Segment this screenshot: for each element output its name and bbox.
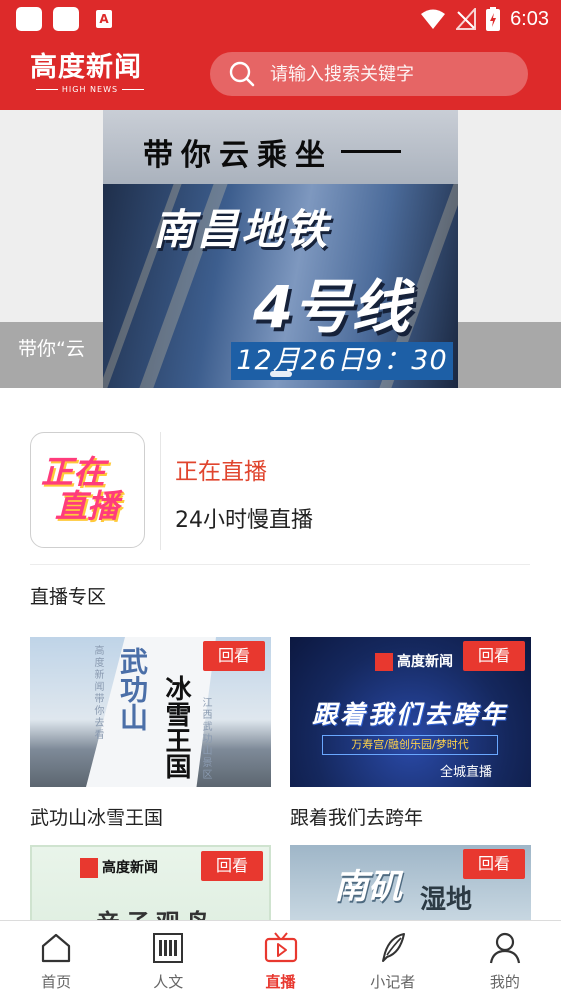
status-right: 6:03 [420,6,549,32]
battery-icon [486,7,501,31]
divider [30,564,530,565]
nav-label: 我的 [489,973,520,991]
search-input[interactable] [270,63,500,85]
replay-badge: 回看 [203,641,265,671]
nav-label: 直播 [265,973,296,991]
nav-reporter[interactable]: 小记者 [337,921,449,999]
logo-text: 高度新闻 [30,52,142,83]
no-signal-icon [456,8,477,30]
live-title: 正在直播 [175,459,267,485]
nav-label: 首页 [41,973,72,991]
card-thumbnail: 高度新闻 跟着我们去跨年 万寿宫/融创乐园/梦时代 全城直播 回看 [290,637,531,787]
app-root: A 6:03 高度新闻 HIGH NEWS 请输入搜索关键字 带你“云 带你云乘… [0,0,561,999]
section-title: 直播专区 [30,586,107,608]
notification-icon [53,7,79,31]
carousel-indicator[interactable] [270,371,292,377]
replay-badge: 回看 [201,851,263,881]
nav-label: 人文 [153,973,184,991]
top-header: A 6:03 高度新闻 HIGH NEWS [0,0,561,110]
app-logo[interactable]: 高度新闻 HIGH NEWS [30,52,150,96]
card-title: 武功山冰雪王国 [30,807,164,829]
nav-label: 小记者 [370,973,416,991]
wifi-icon [421,9,446,29]
tv-icon [264,932,297,963]
banner-poster[interactable]: 带你云乘坐 南昌地铁 4号线 12月26日9：30 [103,110,458,388]
live-card-item[interactable]: 高度新闻带你去看 武功山 冰雪王国 江西武功山景区 回看 武功山冰雪王国 [30,637,271,830]
book-icon [153,933,184,963]
card-thumbnail: 高度新闻带你去看 武功山 冰雪王国 江西武功山景区 回看 [30,637,271,787]
logo-subtitle: HIGH NEWS [30,85,150,94]
banner-carousel[interactable]: 带你“云 带你云乘坐 南昌地铁 4号线 12月26日9：30 [0,110,561,388]
poster-line1: 带你云乘坐 [143,138,333,173]
bottom-nav: 首页 人文 直播 小记者 我的 [0,920,561,999]
replay-badge: 回看 [463,641,525,671]
nav-live[interactable]: 直播 [224,921,336,999]
live-card-item[interactable]: 高度新闻 跟着我们去跨年 万寿宫/融创乐园/梦时代 全城直播 回看 跟着我们去跨… [290,637,531,830]
quill-icon [381,933,405,962]
poster-line2: 南昌地铁 [153,205,330,254]
banner-caption: 带你“云 [18,338,85,360]
replay-badge: 回看 [463,849,525,879]
search-icon [229,61,255,87]
live-thumbnail: 正在 直播 [30,432,145,548]
nav-culture[interactable]: 人文 [112,921,224,999]
poster-line3: 4号线 [253,273,410,341]
poster-date: 12月26日9：30 [231,342,453,380]
nav-profile[interactable]: 我的 [449,921,561,999]
live-subtitle: 24小时慢直播 [175,508,313,533]
notification-icon [16,7,42,31]
clock: 6:03 [510,7,549,30]
live-now-card[interactable]: 正在 直播 正在直播 24小时慢直播 [30,432,530,564]
home-icon [41,933,71,963]
status-bar: A 6:03 [0,0,561,38]
app-notification-icon: A [96,10,112,28]
search-bar[interactable] [210,52,528,96]
user-icon [489,932,520,964]
nav-home[interactable]: 首页 [0,921,112,999]
card-title: 跟着我们去跨年 [290,807,424,829]
